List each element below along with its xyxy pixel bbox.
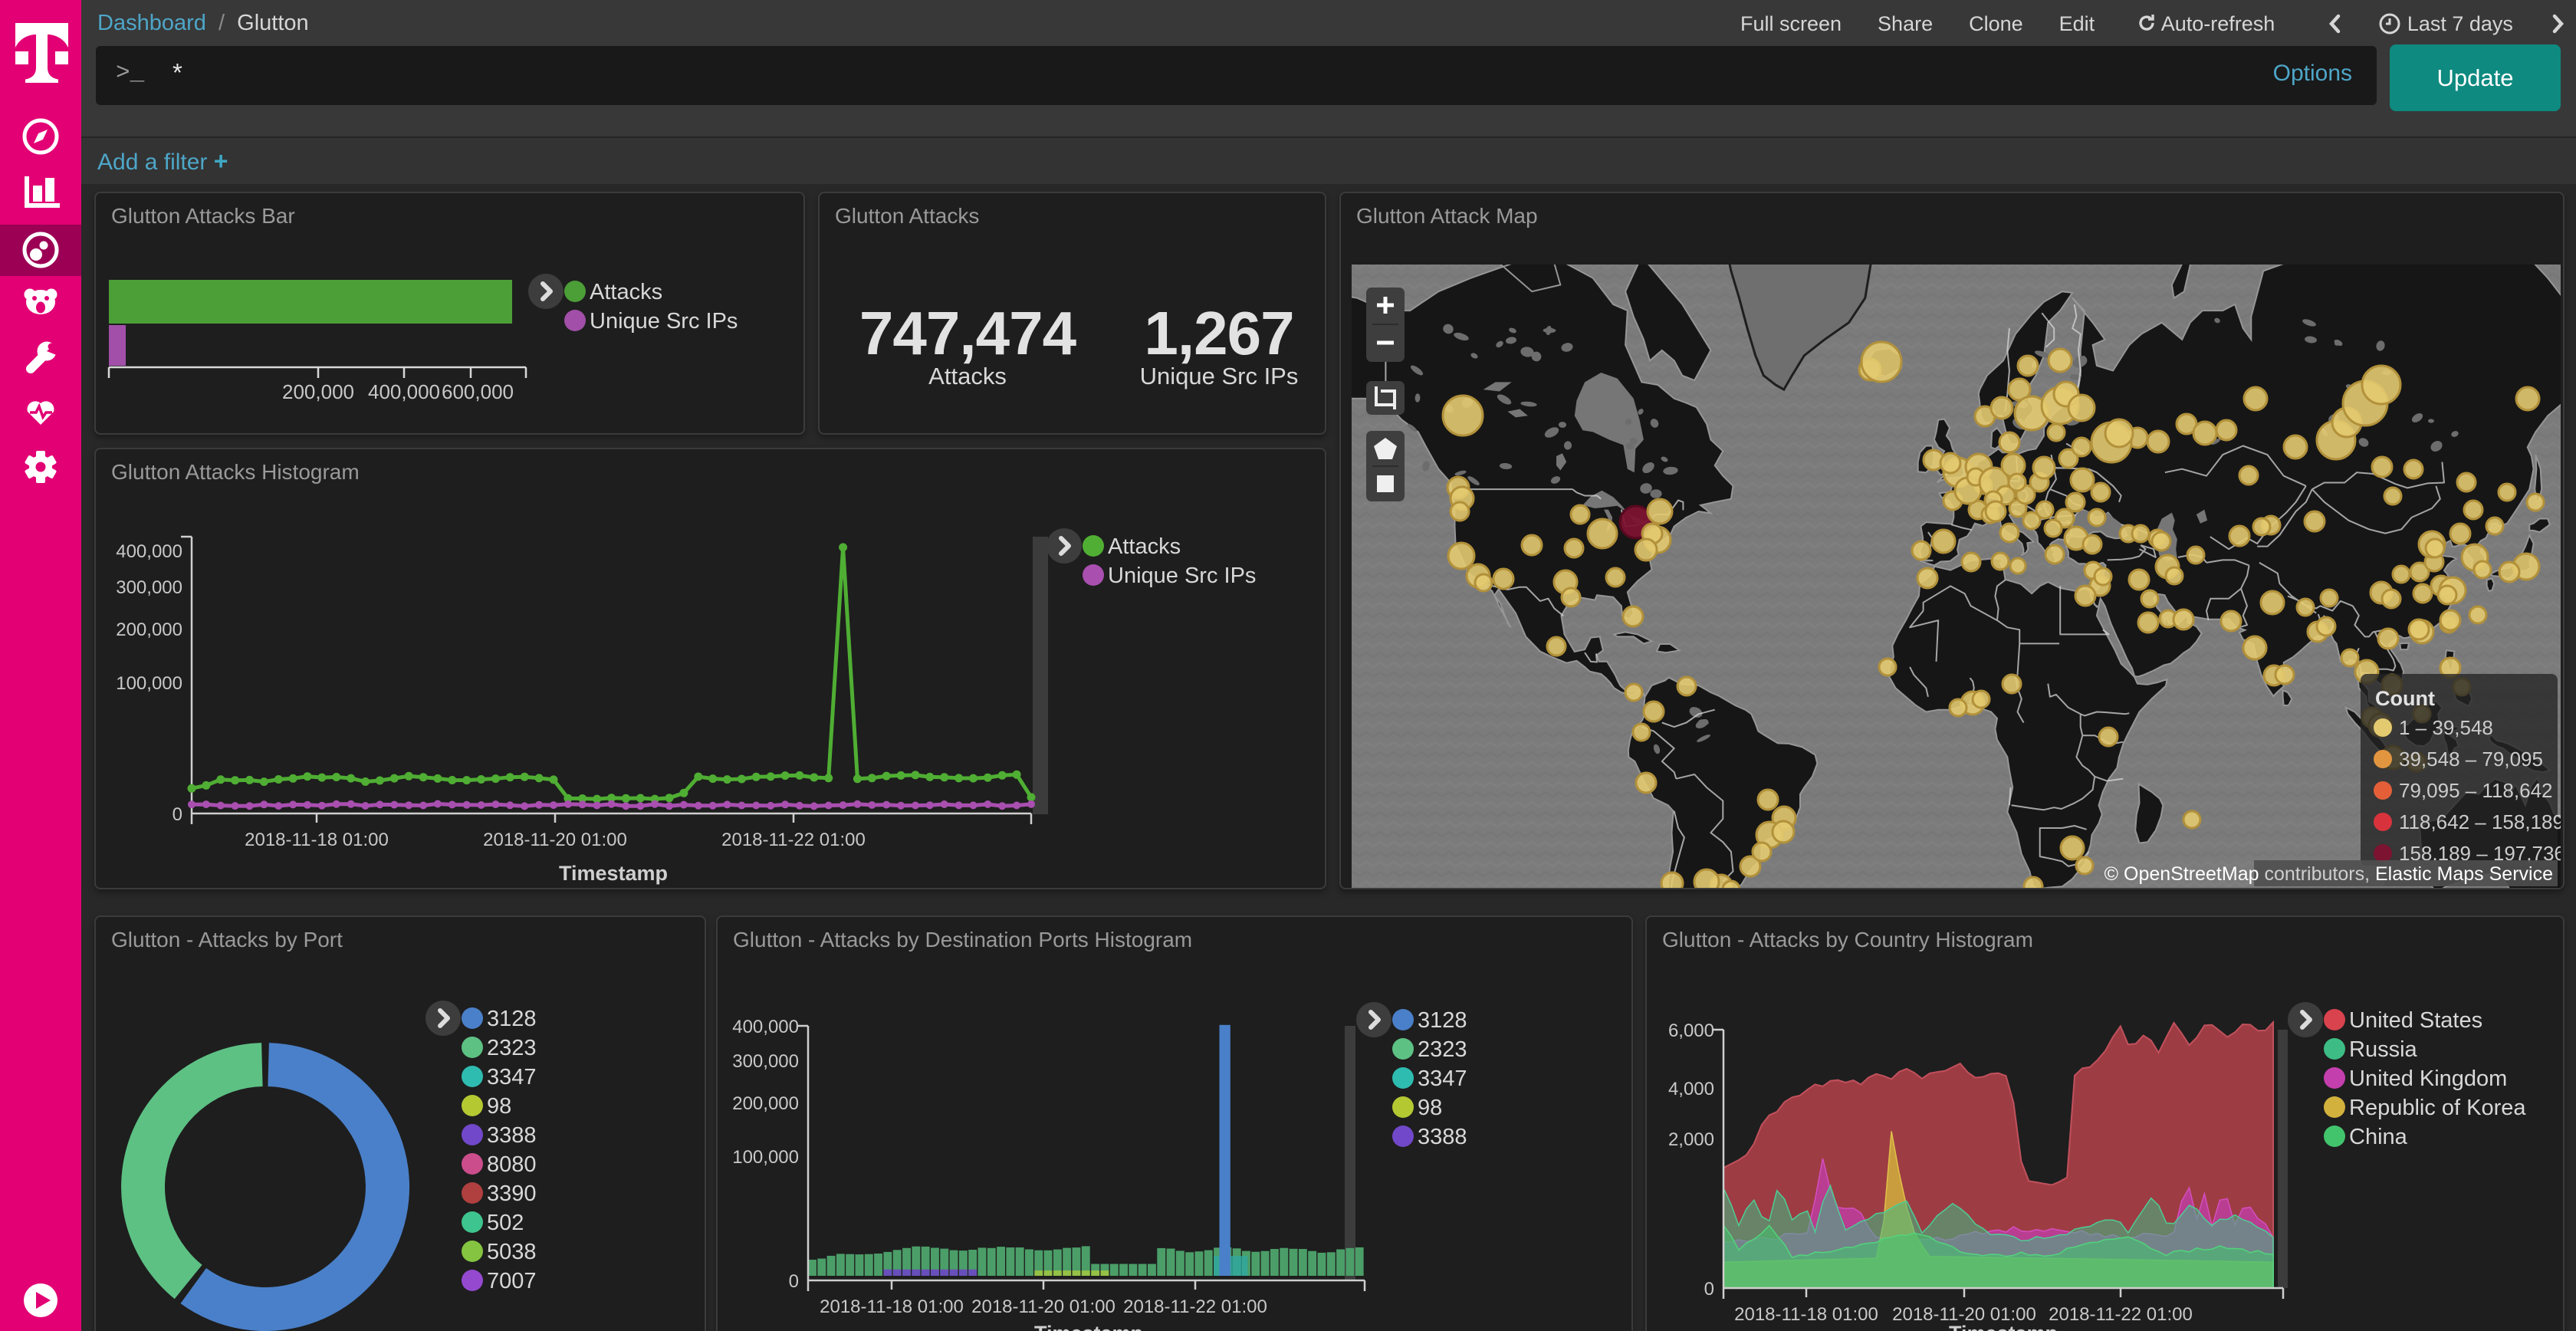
svg-text:100,000: 100,000 <box>116 673 182 694</box>
svg-text:2018-11-18 01:00: 2018-11-18 01:00 <box>1734 1304 1878 1325</box>
svg-text:300,000: 300,000 <box>116 577 182 598</box>
svg-text:0: 0 <box>1704 1279 1714 1300</box>
svg-text:© OpenStreetMap contributors,: © OpenStreetMap contributors, Elastic Ma… <box>2104 863 2553 885</box>
svg-text:China: China <box>2349 1125 2408 1149</box>
svg-text:Attacks: Attacks <box>590 280 662 304</box>
svg-text:98: 98 <box>1418 1096 1442 1120</box>
svg-text:400,000: 400,000 <box>732 1017 799 1037</box>
svg-text:5038: 5038 <box>487 1240 537 1264</box>
svg-text:4,000: 4,000 <box>1668 1079 1714 1099</box>
svg-text:3128: 3128 <box>487 1007 537 1031</box>
svg-text:1 – 39,548: 1 – 39,548 <box>2399 716 2493 739</box>
svg-text:400,000: 400,000 <box>368 380 440 403</box>
svg-text:300,000: 300,000 <box>732 1051 799 1072</box>
svg-text:3347: 3347 <box>487 1065 537 1089</box>
svg-text:3390: 3390 <box>487 1181 537 1206</box>
svg-text:118,642 – 158,189: 118,642 – 158,189 <box>2399 810 2561 833</box>
svg-text:8080: 8080 <box>487 1152 537 1177</box>
svg-text:Attacks: Attacks <box>1108 534 1181 559</box>
svg-text:7007: 7007 <box>487 1269 537 1293</box>
svg-text:2018-11-22 01:00: 2018-11-22 01:00 <box>2049 1304 2193 1325</box>
svg-text:Unique Src IPs: Unique Src IPs <box>590 309 738 334</box>
svg-text:0: 0 <box>789 1271 799 1292</box>
svg-text:Timestamp: Timestamp <box>559 862 668 885</box>
svg-text:2018-11-22 01:00: 2018-11-22 01:00 <box>1123 1296 1267 1317</box>
svg-text:400,000: 400,000 <box>116 541 182 562</box>
svg-text:Republic of Korea: Republic of Korea <box>2349 1096 2526 1120</box>
svg-text:Russia: Russia <box>2349 1037 2418 1062</box>
svg-text:2018-11-22 01:00: 2018-11-22 01:00 <box>721 830 866 850</box>
svg-text:Unique Src IPs: Unique Src IPs <box>1108 564 1256 588</box>
svg-text:2,000: 2,000 <box>1668 1129 1714 1150</box>
svg-text:98: 98 <box>487 1094 511 1119</box>
svg-text:3128: 3128 <box>1418 1008 1467 1033</box>
svg-text:2018-11-18 01:00: 2018-11-18 01:00 <box>245 830 389 850</box>
svg-text:200,000: 200,000 <box>732 1093 799 1114</box>
svg-text:Count: Count <box>2375 687 2435 710</box>
svg-text:6,000: 6,000 <box>1668 1020 1714 1041</box>
svg-text:200,000: 200,000 <box>282 380 354 403</box>
svg-text:2018-11-20 01:00: 2018-11-20 01:00 <box>971 1296 1116 1317</box>
svg-text:100,000: 100,000 <box>732 1147 799 1168</box>
svg-text:39,548 – 79,095: 39,548 – 79,095 <box>2399 748 2543 771</box>
svg-text:2018-11-18 01:00: 2018-11-18 01:00 <box>820 1296 964 1317</box>
svg-text:3388: 3388 <box>487 1123 537 1148</box>
svg-text:Timestamp: Timestamp <box>1034 1322 1143 1331</box>
svg-text:0: 0 <box>172 804 182 825</box>
svg-text:2323: 2323 <box>487 1036 537 1060</box>
svg-text:600,000: 600,000 <box>442 380 514 403</box>
svg-text:3388: 3388 <box>1418 1125 1467 1149</box>
svg-text:2323: 2323 <box>1418 1037 1467 1062</box>
svg-text:2018-11-20 01:00: 2018-11-20 01:00 <box>483 830 627 850</box>
svg-text:Timestamp: Timestamp <box>1949 1322 2058 1331</box>
svg-text:79,095 – 118,642: 79,095 – 118,642 <box>2399 779 2552 802</box>
svg-text:3347: 3347 <box>1418 1066 1467 1091</box>
svg-text:200,000: 200,000 <box>116 619 182 640</box>
svg-text:United States: United States <box>2349 1008 2482 1033</box>
svg-text:United Kingdom: United Kingdom <box>2349 1066 2507 1091</box>
svg-text:502: 502 <box>487 1211 524 1235</box>
